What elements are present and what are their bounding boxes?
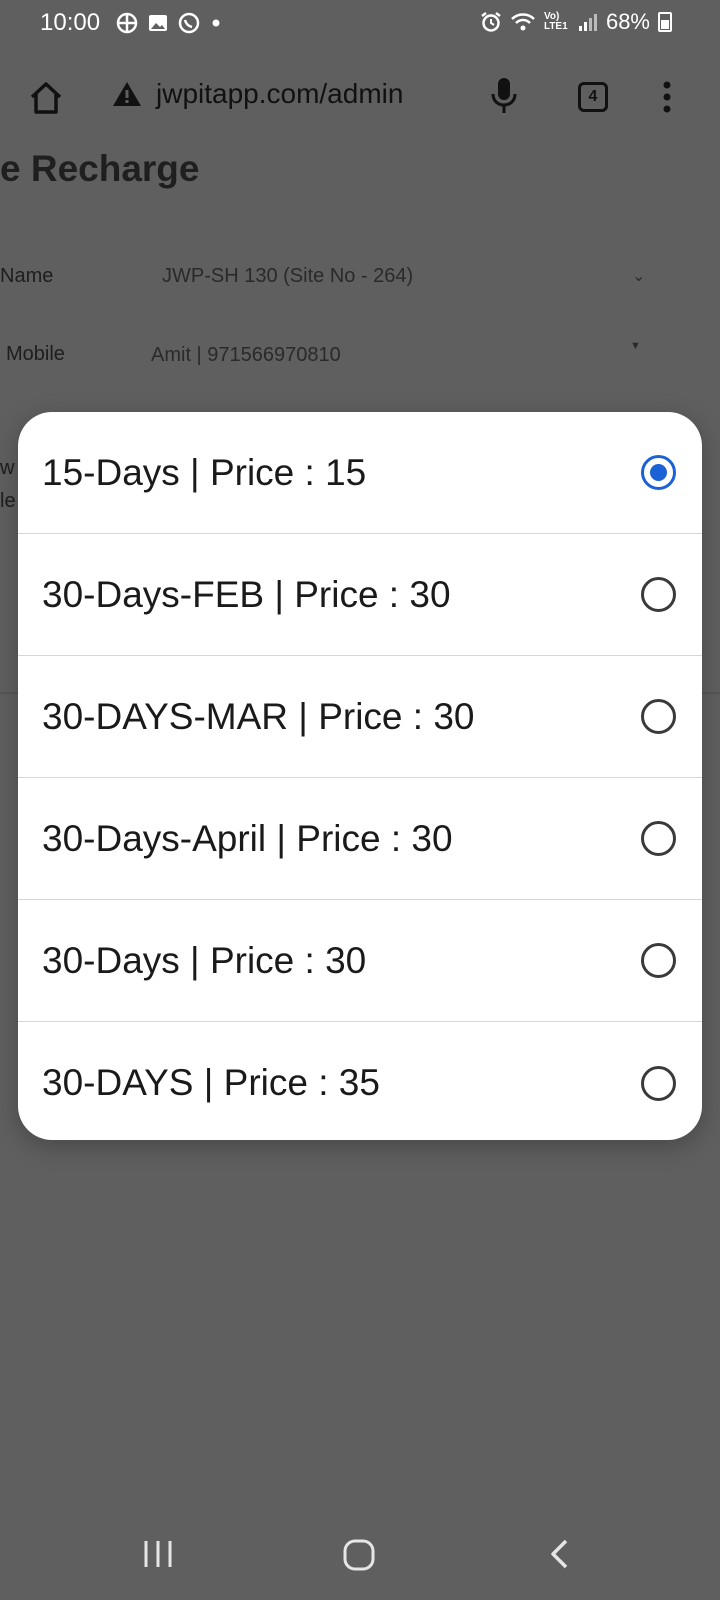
alarm-icon [481,12,501,32]
whatsapp-icon [178,12,200,34]
name-label: Name [0,265,54,287]
plan-option[interactable]: 30-Days-April | Price : 30 [18,778,702,900]
microphone-icon[interactable] [490,76,518,116]
address-bar[interactable]: jwpitapp.com/admin [112,78,403,110]
more-menu-icon[interactable] [662,80,672,114]
back-nav-icon[interactable] [548,1538,570,1570]
home-icon[interactable] [28,80,64,116]
plan-option[interactable]: 15-Days | Price : 15 [18,412,702,534]
warning-icon[interactable] [112,80,142,108]
volte-icon: Vo) LTE1 [543,11,568,32]
site-name-select[interactable]: JWP-SH 130 (Site No - 264) [162,265,413,288]
battery-icon [658,12,672,32]
plan-option[interactable]: 30-DAYS-MAR | Price : 30 [18,656,702,778]
radio-unselected-icon[interactable] [641,943,676,978]
mobile-select[interactable]: Amit | 971566970810 [151,344,341,367]
page-title: e Recharge [0,148,200,189]
partial-label-2: le [0,490,16,512]
tabs-button[interactable]: 4 [578,82,608,112]
plan-option-label: 30-Days | Price : 30 [42,939,367,981]
navigation-bar [0,1510,720,1600]
url-text[interactable]: jwpitapp.com/admin [156,78,403,110]
battery-percent: 68% [605,9,650,34]
recent-apps-icon[interactable] [142,1538,174,1570]
plan-option[interactable]: 30-Days-FEB | Price : 30 [18,534,702,656]
signal-icon [578,14,597,31]
plan-option[interactable]: 30-DAYS | Price : 35 [18,1022,702,1140]
radio-unselected-icon[interactable] [641,699,676,734]
radio-unselected-icon[interactable] [641,1065,676,1101]
chevron-down-icon[interactable]: ⌄ [632,266,645,286]
plan-option-label: 30-Days-April | Price : 30 [42,817,453,859]
plan-option-label: 30-DAYS | Price : 35 [42,1062,380,1103]
plan-selection-dialog: 15-Days | Price : 15 30-Days-FEB | Price… [18,412,702,1140]
dropdown-arrow-icon[interactable]: ▼ [630,340,641,352]
status-bar: 10:00 Vo) LTE1 68% [0,0,720,48]
gallery-icon [149,15,167,31]
browser-toolbar: jwpitapp.com/admin 4 [0,60,720,140]
plan-option-label: 30-Days-FEB | Price : 30 [42,573,451,615]
radio-unselected-icon[interactable] [641,577,676,612]
home-nav-icon[interactable] [342,1538,376,1572]
plan-option-label: 30-DAYS-MAR | Price : 30 [42,695,475,737]
plan-option[interactable]: 30-Days | Price : 30 [18,900,702,1022]
status-time: 10:00 [40,9,101,36]
fan-icon [116,12,138,34]
plan-option-label: 15-Days | Price : 15 [42,451,367,493]
mobile-label: Mobile [6,343,65,365]
partial-label-1: w [0,457,15,479]
system-icons: Vo) LTE1 68% [480,9,672,35]
notification-icons [116,12,222,34]
dot-icon [212,19,220,27]
radio-unselected-icon[interactable] [641,821,676,856]
radio-selected-icon[interactable] [641,455,676,490]
wifi-icon [511,13,535,31]
